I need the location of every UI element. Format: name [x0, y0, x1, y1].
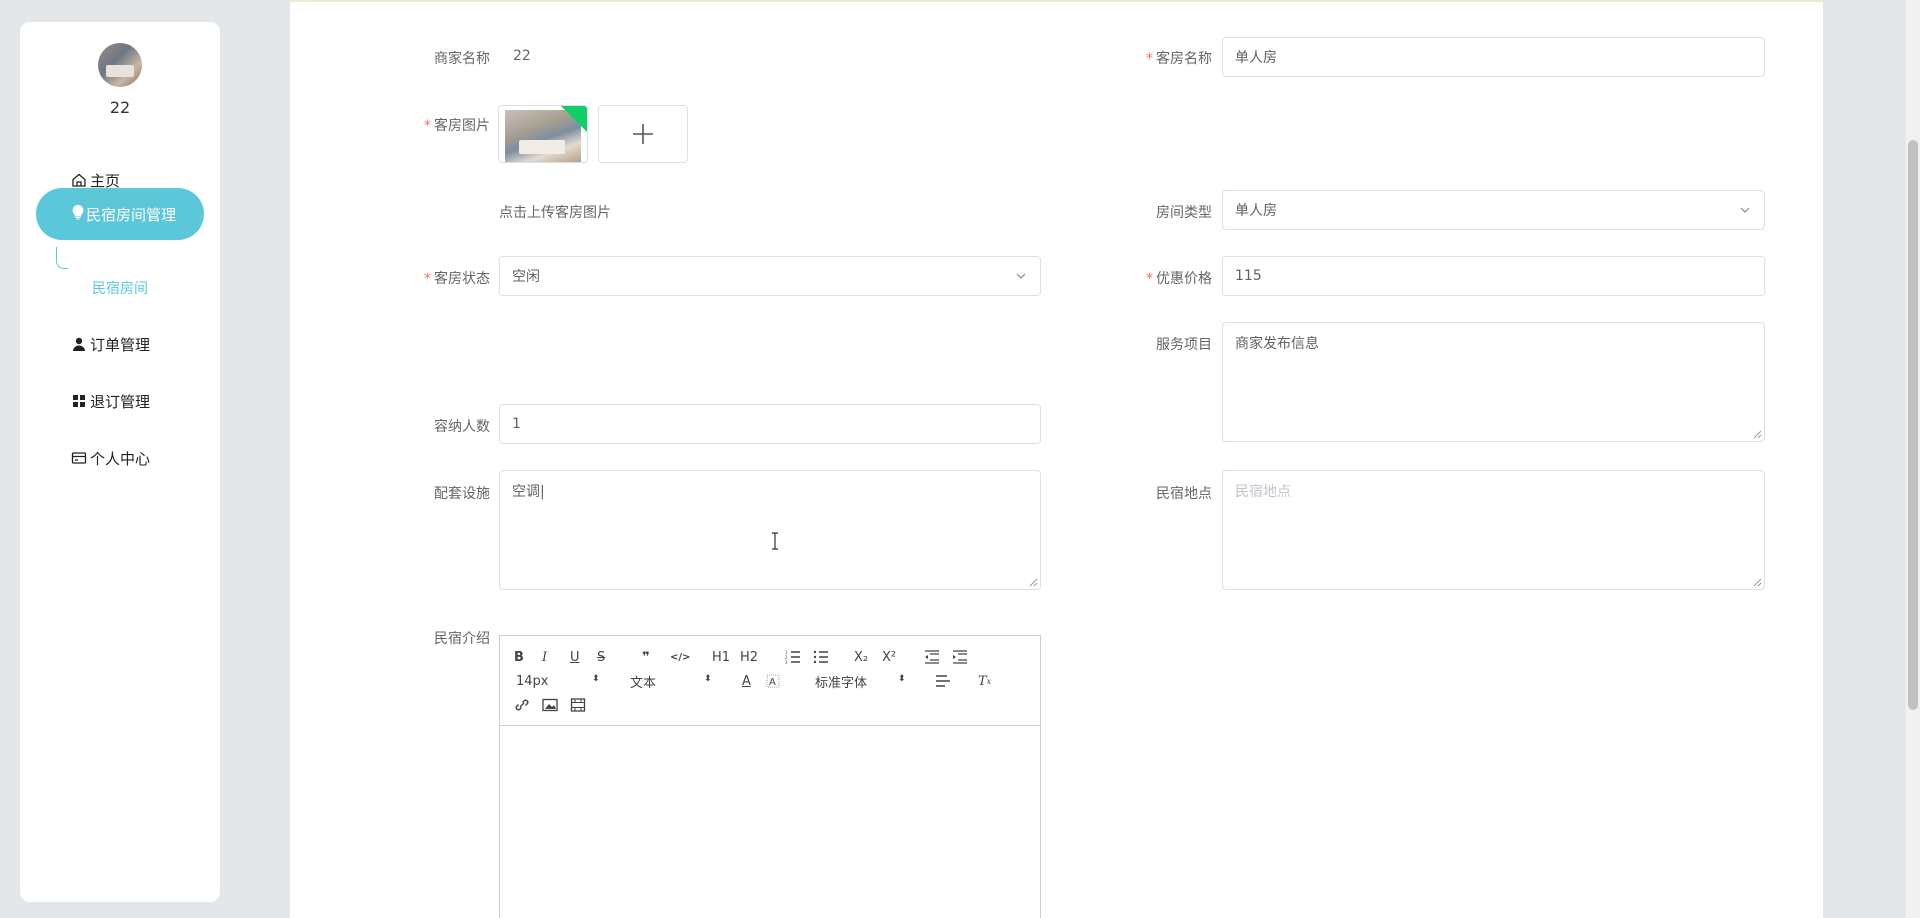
menu-label: 个人中心 [90, 449, 151, 468]
services-textarea[interactable]: 商家发布信息 [1222, 322, 1765, 442]
menu-label: 订单管理 [90, 335, 151, 354]
discount-price-label: * 优惠价格 [1146, 271, 1212, 287]
upload-hint: 点击上传客房图片 [499, 205, 611, 221]
avatar[interactable] [98, 43, 142, 87]
background-color-icon[interactable]: A [766, 672, 780, 690]
outdent-icon[interactable] [924, 648, 940, 666]
facilities-textarea[interactable]: 空调| [499, 470, 1041, 590]
link-icon[interactable] [514, 696, 530, 714]
room-type-select[interactable]: 单人房 [1222, 190, 1765, 230]
grid-icon [70, 392, 88, 410]
user-icon [70, 335, 88, 353]
select-arrows-icon: ⬍ [592, 674, 600, 684]
editor-toolbar: B I U S ❞ </> H1 H2 123 X₂ X² 14px ⬍ 文本 … [500, 636, 1040, 726]
image-upload-button[interactable] [598, 105, 688, 163]
menu-item-orders[interactable]: 订单管理 [70, 332, 150, 356]
menu-label: 退订管理 [90, 392, 151, 411]
ordered-list-icon[interactable]: 123 [785, 648, 801, 666]
card-icon [70, 449, 88, 467]
sidebar: 22 主页 民宿房间管理 民宿房间 订单管理 退订管理 个人中心 [20, 22, 220, 902]
intro-label: 民宿介绍 [434, 631, 490, 647]
bulb-icon [70, 204, 86, 224]
room-name-label: * 客房名称 [1146, 51, 1212, 67]
image-icon[interactable] [542, 696, 558, 714]
rich-text-editor[interactable]: B I U S ❞ </> H1 H2 123 X₂ X² 14px ⬍ 文本 … [499, 635, 1041, 918]
font-family-select[interactable]: 标准字体 [815, 672, 867, 691]
room-image-label: * 客房图片 [424, 118, 490, 134]
location-label: 民宿地点 [1156, 486, 1212, 502]
resize-grip-icon[interactable] [1028, 577, 1038, 587]
resize-grip-icon[interactable] [1752, 429, 1762, 439]
svg-text:A: A [769, 677, 776, 688]
resize-grip-icon[interactable] [1752, 577, 1762, 587]
username: 22 [109, 98, 131, 117]
header2-button[interactable]: H2 [740, 648, 758, 666]
underline-button[interactable]: U [570, 648, 580, 666]
svg-text:3: 3 [785, 660, 788, 664]
submenu-connector [56, 247, 68, 269]
text-cursor-icon [772, 532, 778, 550]
plus-icon [633, 124, 653, 144]
discount-price-input[interactable]: 115 [1222, 256, 1765, 296]
room-name-input[interactable]: 单人房 [1222, 37, 1765, 77]
menu-item-cancellations[interactable]: 退订管理 [70, 389, 150, 413]
font-size-select[interactable]: 14px [516, 672, 549, 690]
align-icon[interactable] [935, 672, 951, 690]
editor-content-area[interactable] [500, 726, 1040, 918]
room-type-label: 房间类型 [1156, 205, 1212, 221]
submenu-item-rooms[interactable]: 民宿房间 [92, 278, 148, 298]
select-arrows-icon: ⬍ [898, 674, 906, 684]
bold-button[interactable]: B [514, 648, 524, 666]
header1-button[interactable]: H1 [712, 648, 730, 666]
room-status-select[interactable]: 空闲 [499, 256, 1041, 296]
code-block-button[interactable]: </> [670, 648, 690, 666]
page-scrollbar[interactable] [1906, 0, 1920, 918]
facilities-label: 配套设施 [434, 486, 490, 502]
strike-button[interactable]: S [597, 648, 605, 666]
room-status-label: * 客房状态 [424, 271, 490, 287]
merchant-name-label: 商家名称 [434, 51, 490, 67]
location-textarea[interactable]: 民宿地点 [1222, 470, 1765, 590]
menu-item-profile[interactable]: 个人中心 [70, 446, 150, 470]
chevron-down-icon [1740, 207, 1750, 213]
room-image-thumbnail[interactable] [498, 105, 588, 163]
video-icon[interactable] [570, 696, 586, 714]
clear-format-icon[interactable]: Tx [978, 672, 991, 690]
paragraph-select[interactable]: 文本 [630, 672, 656, 691]
select-arrows-icon: ⬍ [704, 674, 712, 684]
subscript-button[interactable]: X₂ [854, 648, 868, 666]
merchant-name-value: 22 [513, 48, 531, 64]
indent-icon[interactable] [952, 648, 968, 666]
italic-button[interactable]: I [542, 648, 547, 666]
menu-label: 民宿房间管理 [86, 205, 177, 224]
bullet-list-icon[interactable] [813, 648, 829, 666]
services-label: 服务项目 [1156, 337, 1212, 353]
superscript-button[interactable]: X² [882, 648, 896, 666]
font-color-icon[interactable]: A [742, 672, 751, 690]
chevron-down-icon [1016, 273, 1026, 279]
main-form-panel: 商家名称 22 * 客房名称 单人房 * 客房图片 点击上传客房图片 房间类型 单人… [290, 0, 1823, 918]
scrollbar-thumb[interactable] [1908, 140, 1918, 710]
upload-success-badge [561, 106, 587, 132]
home-icon [70, 171, 88, 189]
capacity-label: 容纳人数 [434, 419, 490, 435]
capacity-input[interactable]: 1 [499, 404, 1041, 444]
menu-item-room-management[interactable]: 民宿房间管理 [36, 188, 204, 240]
blockquote-button[interactable]: ❞ [642, 648, 650, 666]
